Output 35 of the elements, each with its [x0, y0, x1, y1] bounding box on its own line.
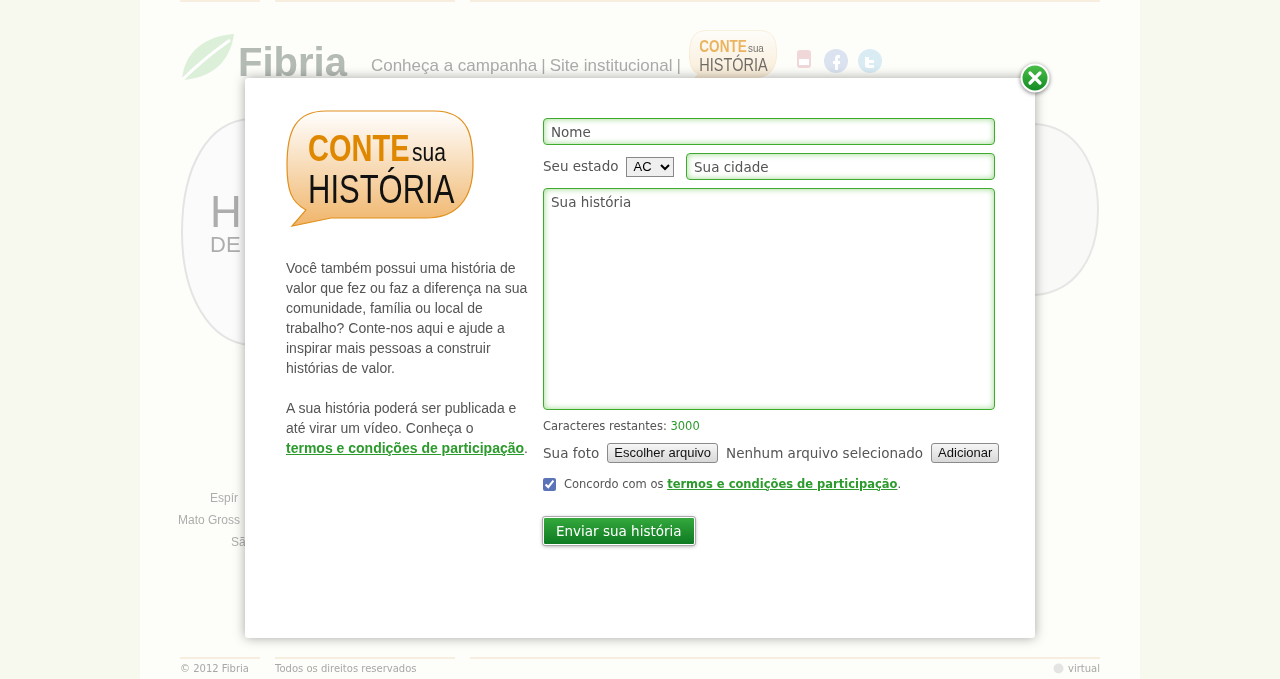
- name-field[interactable]: Nome: [543, 118, 995, 145]
- logo-word: HISTÓRIA: [308, 166, 455, 212]
- logo-word: sua: [412, 136, 446, 167]
- intro-paragraph: Você também possui uma história de valor que fez ou faz a diferença na sua comunidade, família ou local de trabalho? Conte-nos aqui e ajude a inspirar mais pessoas a construir histórias de valor.: [286, 259, 529, 378]
- bird-icon[interactable]: [856, 48, 883, 74]
- file-status: Nenhum arquivo selecionado: [726, 444, 924, 464]
- footer-text: Todos os direitos reservados: [275, 663, 417, 674]
- counter-text: Caracteres restantes: 3000: [543, 418, 701, 435]
- leaf-logo-icon: [180, 32, 236, 82]
- agree-text: Concordo com os termos e condições de participação.: [564, 475, 902, 493]
- note-paragraph: A sua história poderá ser publicada e até virar um vídeo. Conheça o termos e condições de participação.: [286, 399, 529, 458]
- side-label: Espír: [210, 492, 238, 504]
- agree-checkbox[interactable]: [543, 477, 556, 491]
- submit-button[interactable]: Enviar sua história: [543, 516, 695, 545]
- photo-label: Sua foto: [543, 444, 600, 464]
- side-heading: DE: [210, 234, 241, 256]
- nav-link[interactable]: Conheça a campanha: [370, 52, 538, 78]
- nav-separator: |: [541, 54, 546, 77]
- state-select[interactable]: AC: [626, 156, 675, 177]
- story-field[interactable]: Sua história: [543, 188, 995, 410]
- nav-separator: |: [676, 54, 681, 77]
- side-label: Sã: [231, 536, 246, 548]
- nav-link[interactable]: Site institucional: [549, 52, 673, 78]
- side-label: Mato Gross: [178, 514, 240, 526]
- logo-text[interactable]: Fibria: [238, 42, 347, 82]
- footer-text: © 2012 Fibria: [180, 663, 249, 674]
- city-field[interactable]: Sua cidade: [686, 153, 995, 180]
- facebook-icon[interactable]: [822, 48, 849, 74]
- close-button[interactable]: [1020, 63, 1050, 93]
- circle-logo-icon: [1053, 662, 1064, 674]
- credit-text[interactable]: virtual: [1068, 660, 1100, 676]
- add-button[interactable]: Adicionar: [931, 443, 1000, 464]
- choose-file-button[interactable]: Escolher arquivo: [607, 443, 719, 464]
- side-letter: H: [210, 190, 242, 234]
- state-label: Seu estado: [543, 157, 619, 177]
